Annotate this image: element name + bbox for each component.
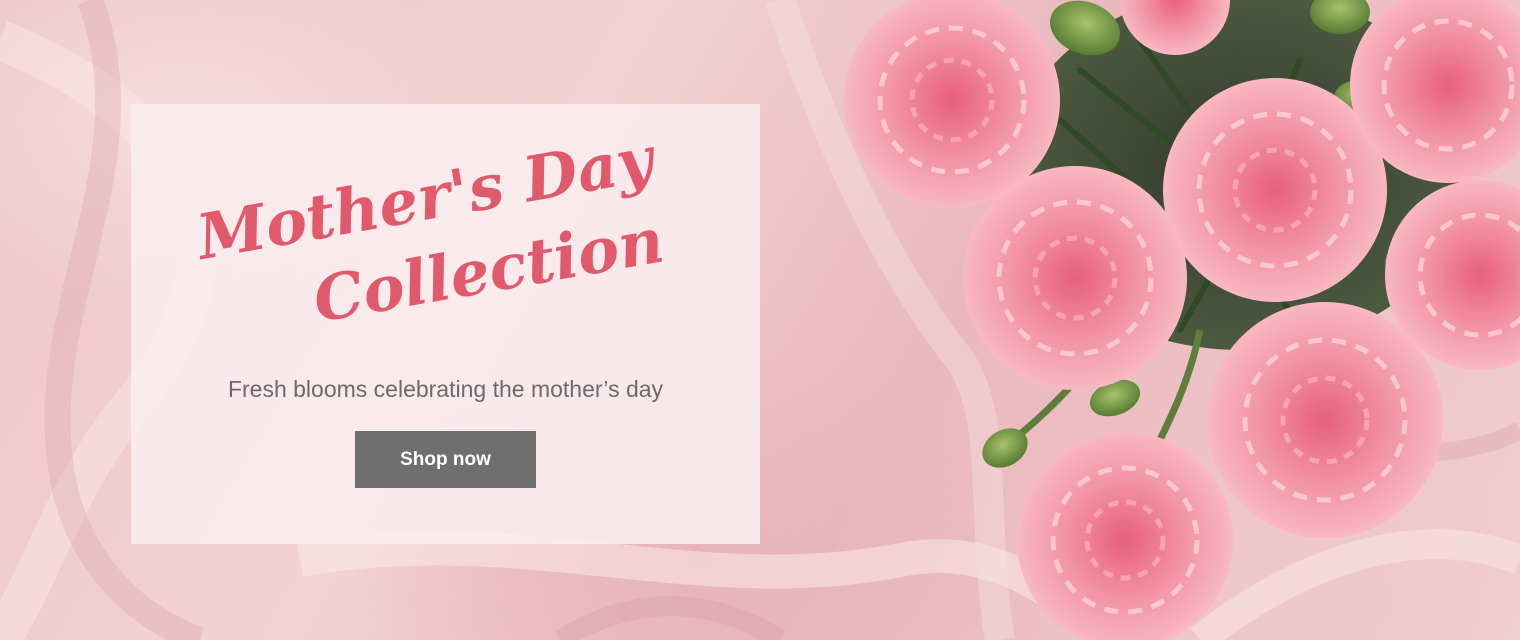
carnation-flower — [1163, 78, 1387, 302]
hero-banner: Mother's Day Collection Fresh blooms cel… — [0, 0, 1520, 640]
collection-title: Mother's Day Collection — [177, 110, 726, 407]
collection-subtitle: Fresh blooms celebrating the mother’s da… — [227, 376, 664, 402]
carnation-flower — [1207, 302, 1443, 538]
carnation-flower — [963, 166, 1187, 390]
shop-now-button[interactable]: Shop now — [355, 431, 536, 488]
promo-card: Mother's Day Collection Fresh blooms cel… — [131, 104, 760, 544]
carnation-flower — [1017, 432, 1233, 640]
